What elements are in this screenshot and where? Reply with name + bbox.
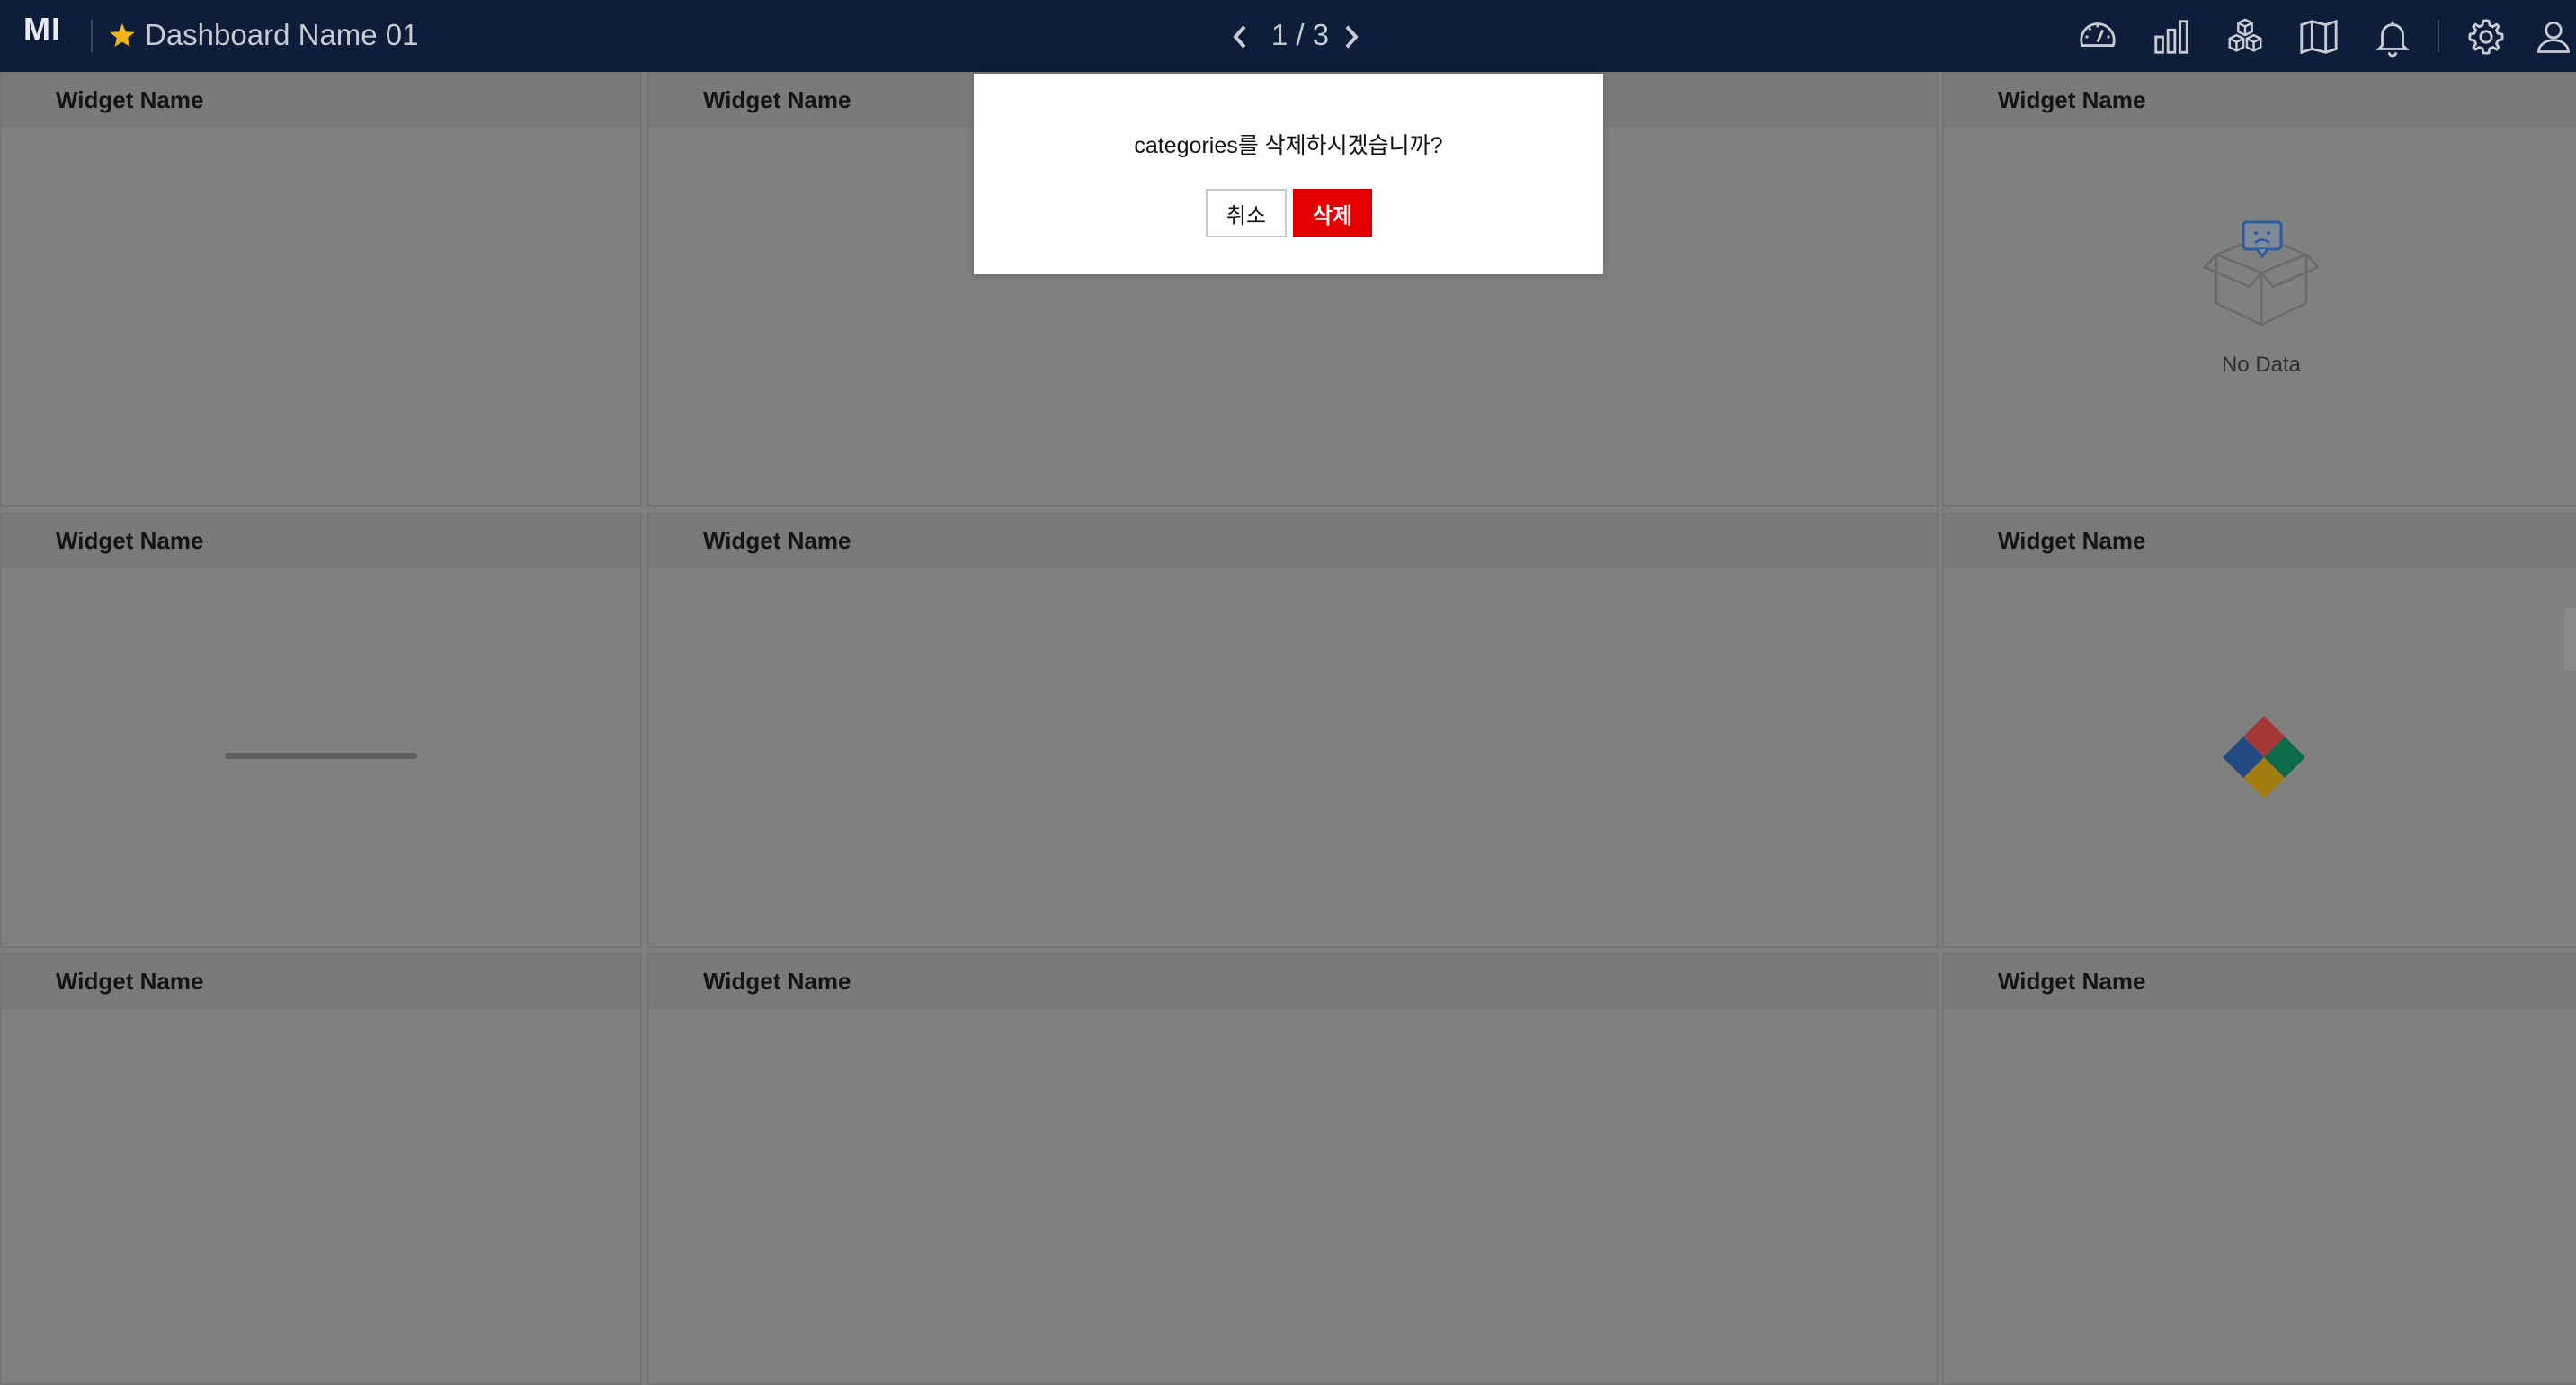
bell-icon[interactable]	[2372, 16, 2413, 58]
widget-title: Widget Name	[1998, 86, 2146, 113]
cubes-icon[interactable]	[2224, 16, 2266, 58]
speedometer-icon[interactable]	[2077, 16, 2118, 58]
widget-title: Widget Name	[703, 968, 851, 995]
widget-panel: Widget Name	[647, 513, 1939, 948]
app-logo[interactable]: MI	[23, 11, 61, 49]
top-navigation-bar: MI Dashboard Name 01 1 / 3	[0, 0, 2576, 72]
widget-title: Widget Name	[56, 968, 204, 995]
chevron-left-icon[interactable]	[1228, 23, 1252, 50]
gear-icon[interactable]	[2465, 16, 2507, 58]
dialog-message: categories를 삭제하시겠습니까?	[1134, 133, 1443, 158]
widget-panel: Widget Name	[647, 953, 1939, 1385]
divider	[91, 20, 93, 52]
divider	[2438, 20, 2439, 52]
delete-button[interactable]: 삭제	[1293, 189, 1372, 237]
scrollbar[interactable]	[2564, 608, 2576, 671]
widget-title: Widget Name	[1998, 527, 2146, 554]
chevron-right-icon[interactable]	[1340, 23, 1363, 50]
loading-bar	[225, 753, 417, 759]
map-icon[interactable]	[2298, 16, 2340, 58]
widget-panel: Widget Name	[1942, 953, 2576, 1385]
widget-title: Widget Name	[703, 527, 851, 554]
no-data-label: No Data	[2221, 353, 2302, 377]
widget-header: Widget Name	[1944, 955, 2576, 1009]
widget-panel: Widget Name	[0, 72, 642, 507]
dashboard-title[interactable]: Dashboard Name 01	[145, 18, 419, 52]
widget-title: Widget Name	[703, 86, 851, 113]
widget-panel: Widget Name	[0, 953, 642, 1385]
widget-title: Widget Name	[56, 527, 204, 554]
star-icon[interactable]	[108, 22, 137, 50]
bar-chart-icon[interactable]	[2151, 16, 2192, 58]
widget-header: Widget Name	[2, 955, 640, 1009]
loading-spinner-icon	[2223, 716, 2305, 799]
widget-title: Widget Name	[56, 86, 204, 113]
user-icon[interactable]	[2534, 16, 2573, 58]
empty-box-icon	[2203, 220, 2320, 326]
widget-title: Widget Name	[1998, 968, 2146, 995]
widget-header: Widget Name	[649, 514, 1937, 568]
widget-header: Widget Name	[2, 74, 640, 128]
cancel-button[interactable]: 취소	[1206, 189, 1287, 237]
confirm-delete-dialog: categories를 삭제하시겠습니까? 취소 삭제	[974, 74, 1603, 274]
widget-header: Widget Name	[2, 514, 640, 568]
widget-header: Widget Name	[1944, 514, 2576, 568]
widget-header: Widget Name	[1944, 74, 2576, 128]
widget-header: Widget Name	[649, 955, 1937, 1009]
widget-panel: Widget Name	[0, 513, 642, 948]
page-indicator: 1 / 3	[1270, 18, 1330, 51]
